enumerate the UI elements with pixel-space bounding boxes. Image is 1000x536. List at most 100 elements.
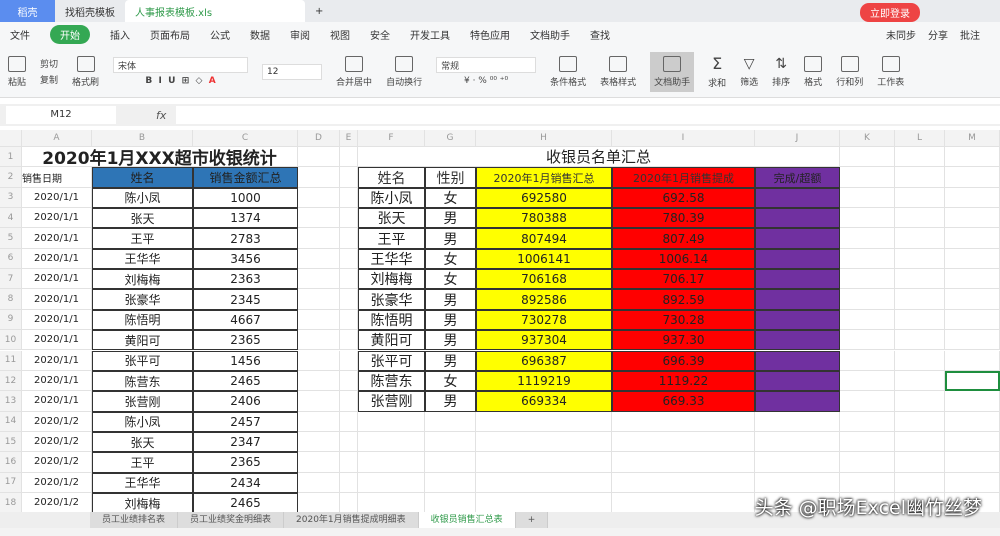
format-brush-button[interactable]: 格式刷 [72, 55, 99, 88]
data-cell[interactable]: 2020/1/1 [22, 269, 92, 290]
copy-button[interactable]: 复制 [40, 73, 58, 86]
cell[interactable] [840, 248, 895, 270]
data-cell[interactable]: 780.39 [612, 208, 755, 229]
cell[interactable] [425, 431, 476, 453]
cell[interactable] [840, 472, 895, 493]
data-cell[interactable]: 男 [425, 228, 476, 249]
column-header[interactable]: D [298, 130, 340, 147]
data-cell[interactable]: 张天 [358, 208, 425, 229]
column-header[interactable]: L [895, 130, 945, 147]
cell[interactable] [612, 452, 755, 473]
cell[interactable] [298, 167, 340, 188]
data-cell[interactable]: 王华华 [92, 472, 193, 493]
cell[interactable] [755, 452, 840, 473]
data-cell[interactable]: 892586 [476, 289, 612, 310]
data-cell[interactable]: 4667 [193, 309, 298, 331]
tab-home[interactable]: 稻壳 [0, 0, 55, 22]
cell[interactable] [755, 431, 840, 453]
selected-cell[interactable] [945, 370, 1000, 392]
cell[interactable] [895, 187, 945, 209]
cell[interactable] [755, 472, 840, 493]
data-cell[interactable]: 696387 [476, 350, 612, 371]
data-cell[interactable]: 张豪华 [358, 289, 425, 310]
data-cell[interactable]: 706.17 [612, 269, 755, 290]
data-cell[interactable] [755, 289, 840, 310]
row-header[interactable]: 10 [0, 330, 22, 351]
cell[interactable] [476, 411, 612, 432]
cell[interactable] [612, 431, 755, 453]
cell[interactable] [476, 472, 612, 493]
data-cell[interactable] [755, 228, 840, 249]
menu-right-2[interactable]: 批注 [960, 27, 980, 42]
data-cell[interactable]: 730.28 [612, 309, 755, 331]
cell[interactable] [340, 167, 358, 188]
data-cell[interactable]: 刘梅梅 [358, 269, 425, 290]
data-cell[interactable]: 807494 [476, 228, 612, 249]
data-cell[interactable]: 王华华 [358, 248, 425, 270]
data-cell[interactable]: 2020/1/1 [22, 391, 92, 412]
data-cell[interactable] [755, 330, 840, 351]
cell[interactable] [840, 309, 895, 331]
data-cell[interactable]: 692580 [476, 187, 612, 209]
cell[interactable] [425, 452, 476, 473]
cell[interactable] [840, 289, 895, 310]
sort-button[interactable]: ⇅ 排序 [772, 56, 790, 88]
row-header[interactable]: 4 [0, 208, 22, 229]
data-cell[interactable]: 1374 [193, 208, 298, 229]
data-cell[interactable]: 2365 [193, 330, 298, 351]
cell[interactable] [340, 452, 358, 473]
data-cell[interactable]: 男 [425, 289, 476, 310]
cell[interactable] [895, 370, 945, 392]
cell[interactable] [895, 330, 945, 351]
data-cell[interactable]: 2434 [193, 472, 298, 493]
data-cell[interactable]: 张平可 [358, 350, 425, 371]
cell[interactable] [298, 411, 340, 432]
data-cell[interactable]: 1000 [193, 187, 298, 209]
cell[interactable] [945, 411, 1000, 432]
data-cell[interactable] [755, 248, 840, 270]
cell[interactable] [340, 411, 358, 432]
sum-button[interactable]: Σ 求和 [708, 54, 726, 89]
cell[interactable] [895, 289, 945, 310]
data-cell[interactable]: 刘梅梅 [92, 269, 193, 290]
data-cell[interactable] [755, 391, 840, 412]
data-cell[interactable]: 937.30 [612, 330, 755, 351]
data-cell[interactable]: 陈悟明 [358, 309, 425, 331]
cell[interactable] [298, 248, 340, 270]
cell[interactable] [612, 492, 755, 512]
cell[interactable] [895, 452, 945, 473]
tab-document[interactable]: 人事报表模板.xls [125, 0, 305, 22]
data-cell[interactable]: 937304 [476, 330, 612, 351]
data-cell[interactable]: 692.58 [612, 187, 755, 209]
cell[interactable] [340, 147, 358, 168]
menu-tab-10[interactable]: 特色应用 [470, 27, 510, 42]
data-cell[interactable]: 陈小凤 [358, 187, 425, 209]
cell[interactable] [895, 431, 945, 453]
cell[interactable] [298, 187, 340, 209]
row-header[interactable]: 7 [0, 269, 22, 290]
data-cell[interactable]: 780388 [476, 208, 612, 229]
row-header[interactable]: 1 [0, 147, 22, 168]
data-cell[interactable]: 2020年1月销售汇总 [476, 167, 612, 188]
data-cell[interactable]: 女 [425, 187, 476, 209]
sheet-tab[interactable]: 员工业绩奖金明细表 [178, 512, 285, 528]
cell[interactable] [340, 208, 358, 229]
row-header[interactable]: 6 [0, 248, 22, 270]
column-header[interactable]: F [358, 130, 425, 147]
row-header[interactable]: 8 [0, 289, 22, 310]
cell[interactable] [425, 492, 476, 512]
cell[interactable] [298, 147, 340, 168]
data-cell[interactable]: 2020/1/1 [22, 187, 92, 209]
data-cell[interactable]: 黄阳可 [92, 330, 193, 351]
cell[interactable] [298, 431, 340, 453]
row-header[interactable]: 17 [0, 472, 22, 493]
data-cell[interactable]: 2020/1/2 [22, 452, 92, 473]
row-header[interactable]: 13 [0, 391, 22, 412]
menu-tab-4[interactable]: 公式 [210, 27, 230, 42]
cell[interactable] [298, 370, 340, 392]
data-cell[interactable]: 陈营东 [92, 370, 193, 392]
data-cell[interactable] [755, 350, 840, 371]
data-cell[interactable]: 1456 [193, 350, 298, 371]
data-cell[interactable]: 2020/1/1 [22, 309, 92, 331]
data-cell[interactable]: 性别 [425, 167, 476, 188]
